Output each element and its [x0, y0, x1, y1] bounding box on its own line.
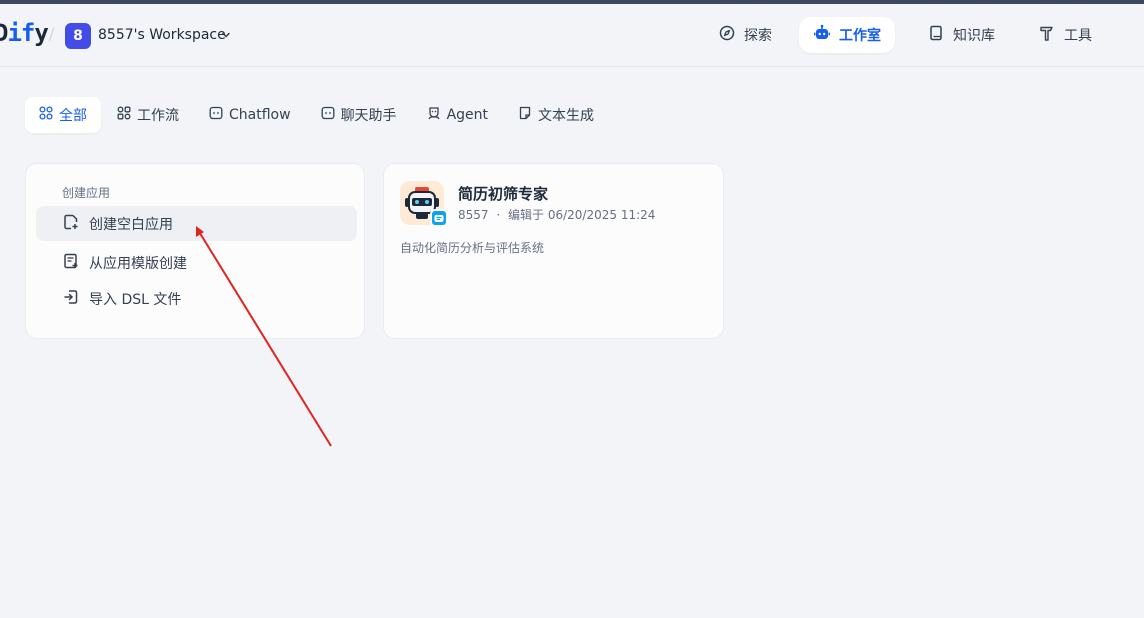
import-icon [62, 288, 80, 310]
nav-knowledge-label: 知识库 [953, 28, 995, 44]
workspace-avatar[interactable]: 8 [65, 23, 91, 49]
create-from-template-label: 从应用模版创建 [89, 255, 187, 272]
nav-studio[interactable]: 工作室 [799, 17, 895, 53]
grid-icon [39, 106, 53, 124]
tab-chat-assistant[interactable]: 聊天助手 [307, 97, 411, 133]
app-name: 简历初筛专家 [458, 185, 549, 203]
app-author: 8557 [458, 208, 489, 222]
chevron-down-icon[interactable] [220, 26, 232, 45]
chat-icon [321, 106, 335, 124]
tab-text-generation-label: 文本生成 [538, 108, 595, 124]
tab-text-generation[interactable]: 文本生成 [504, 97, 608, 133]
agent-icon [427, 106, 441, 124]
compass-icon [718, 24, 736, 46]
book-icon [927, 24, 945, 46]
breadcrumb-separator: / [49, 24, 55, 43]
create-app-title: 创建应用 [62, 186, 111, 200]
dify-logo[interactable]: Dify [0, 19, 49, 47]
nav-knowledge[interactable]: 知识库 [913, 17, 1009, 53]
app-meta: 8557 · 编辑于 06/20/2025 11:24 [458, 206, 655, 223]
workspace-name[interactable]: 8557's Workspace [98, 27, 226, 43]
tab-chat-assistant-label: 聊天助手 [340, 108, 397, 124]
new-file-icon [62, 213, 80, 235]
app-card[interactable]: 简历初筛专家 8557 · 编辑于 06/20/2025 11:24 自动化简历… [383, 163, 724, 339]
import-dsl-button[interactable]: 导入 DSL 文件 [36, 281, 357, 316]
nav-explore[interactable]: 探索 [704, 17, 786, 53]
tab-chatflow-label: Chatflow [229, 107, 291, 123]
create-blank-app-label: 创建空白应用 [89, 216, 173, 233]
create-blank-app-button[interactable]: 创建空白应用 [36, 206, 357, 241]
nav-studio-label: 工作室 [839, 28, 881, 44]
nav-tools[interactable]: 工具 [1024, 17, 1106, 53]
chat-bubble-icon [430, 209, 448, 227]
app-type-tabs: 全部 工作流 Chatflow 聊天助手 Agent 文本生成 [25, 97, 610, 133]
app-edited-time: 编辑于 06/20/2025 11:24 [508, 208, 656, 222]
template-icon [62, 252, 80, 274]
document-icon [518, 106, 532, 124]
tab-chatflow[interactable]: Chatflow [195, 97, 305, 133]
tab-agent-label: Agent [446, 107, 489, 123]
tab-agent[interactable]: Agent [413, 97, 502, 133]
nav-explore-label: 探索 [744, 28, 772, 44]
logo-letter-i: i [7, 19, 21, 47]
logo-letter-f: f [20, 19, 35, 47]
nav-tools-label: 工具 [1064, 28, 1092, 44]
robot-icon [813, 24, 831, 46]
hammer-icon [1038, 24, 1056, 46]
workflow-icon [117, 106, 131, 124]
logo-letter-y: y [34, 19, 48, 47]
robot-avatar-icon [400, 181, 448, 227]
tab-workflow[interactable]: 工作流 [103, 97, 193, 133]
tab-workflow-label: 工作流 [137, 108, 179, 124]
tab-all-label: 全部 [59, 108, 87, 124]
create-app-card: 创建应用 创建空白应用 从应用模版创建 导入 DSL 文件 [25, 163, 365, 339]
app-description: 自动化简历分析与评估系统 [400, 241, 545, 255]
tab-all[interactable]: 全部 [25, 97, 101, 133]
import-dsl-label: 导入 DSL 文件 [89, 291, 182, 308]
meta-separator: · [496, 208, 501, 222]
chatflow-icon [209, 106, 223, 124]
top-header: Dify / 8 8557's Workspace 探索 工作室 知识库 工具 [0, 4, 1144, 67]
create-from-template-button[interactable]: 从应用模版创建 [36, 245, 357, 280]
